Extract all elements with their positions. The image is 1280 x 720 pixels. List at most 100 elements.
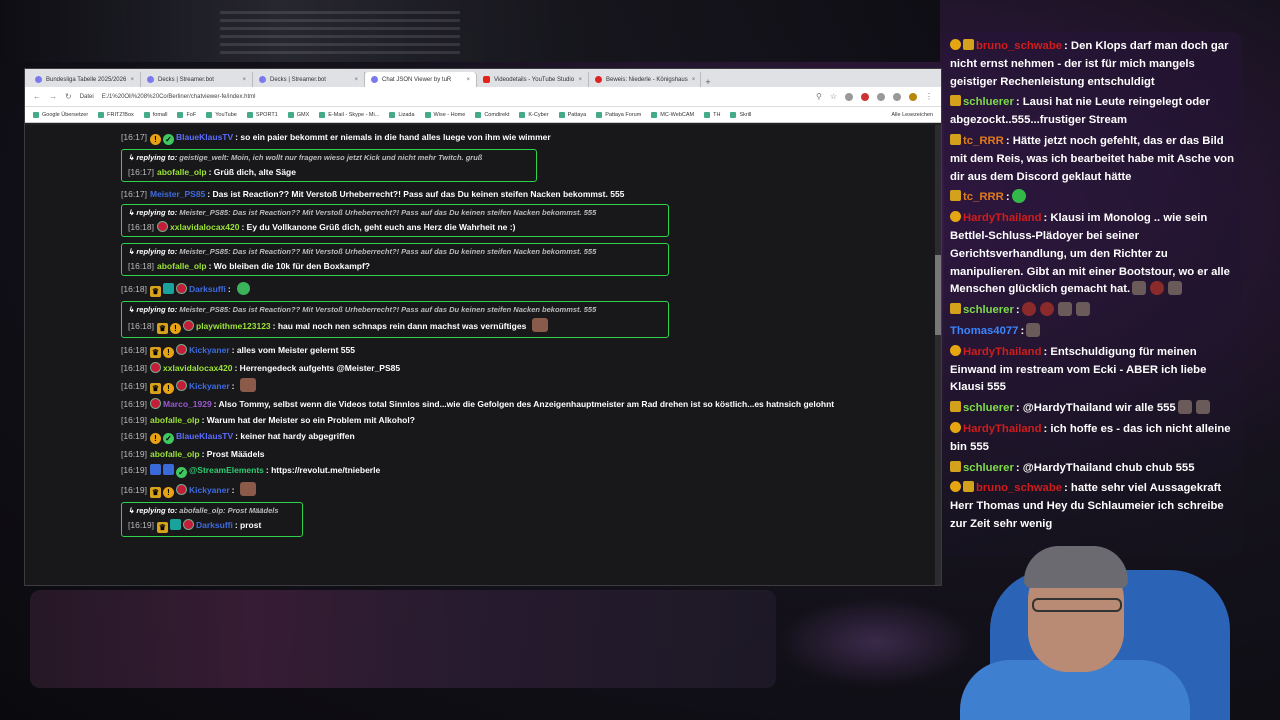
scrollbar-thumb[interactable] [935, 255, 941, 335]
timestamp: [16:19] [121, 485, 147, 495]
timestamp: [16:18] [121, 284, 147, 294]
globe-badge-icon [176, 344, 187, 355]
bookmark-item[interactable]: FoF [177, 111, 196, 118]
bookmark-item[interactable]: Pattaya [558, 111, 586, 118]
emote-icon [1011, 189, 1026, 204]
username[interactable]: abofalle_olp [150, 415, 200, 425]
verified-badge-icon: ✓ [163, 433, 174, 444]
bookmark-item[interactable]: Wise - Home [424, 111, 466, 118]
timestamp: [16:19] [121, 449, 147, 459]
bookmark-item[interactable]: E-Mail - Skype - Mi... [319, 111, 379, 118]
crown-badge-icon: ♛ [157, 522, 168, 533]
timestamp: [16:19] [121, 381, 147, 391]
bookmark-favicon-icon [98, 111, 105, 118]
reply-context: ↳ replying to: Meister_PS85: Das ist Rea… [128, 208, 662, 217]
browser-tab[interactable]: Decks | Streamer.bot × [141, 72, 253, 87]
bookmark-item[interactable]: FRITZ!Box [98, 111, 134, 118]
chat-message: [16:18] xxlavidalocax420: Herrengedeck au… [121, 362, 937, 374]
bookmark-item[interactable]: Lizada [389, 111, 415, 118]
browser-tab[interactable]: Beweis: Niederle - Königshaus × [589, 72, 701, 87]
reload-icon[interactable]: ↻ [65, 92, 72, 101]
bookmark-item[interactable]: TH [704, 111, 721, 118]
bookmark-item[interactable]: YouTube [206, 111, 237, 118]
username[interactable]: Darksuffi [189, 284, 226, 294]
extension-icon[interactable] [845, 92, 853, 101]
chat-message: [16:18] xxlavidalocax420: Ey du Vollkanon… [128, 221, 662, 233]
bookmark-favicon-icon [651, 111, 658, 118]
chat-message: [16:19] abofalle_olp: Prost Määdels [121, 448, 937, 460]
bot-badge-icon [150, 464, 161, 475]
bookmark-item[interactable]: GMX [287, 111, 309, 118]
emote-icon [1039, 302, 1054, 317]
username[interactable]: xxlavidalocax420 [170, 222, 239, 232]
chat-message: [16:19] abofalle_olp: Warum hat der Meist… [121, 414, 937, 426]
new-tab-icon[interactable]: + [701, 77, 715, 87]
bookmark-label: Pattaya Forum [605, 111, 642, 118]
bookmark-item[interactable]: Skrill [730, 111, 751, 118]
username[interactable]: @StreamElements [189, 465, 264, 475]
back-icon[interactable]: ← [33, 92, 41, 101]
warning-badge-icon: ! [150, 433, 161, 444]
close-tab-icon[interactable]: × [130, 77, 134, 83]
bookmark-label: SPORT1 [255, 111, 278, 118]
username[interactable]: Kickyaner [189, 345, 230, 355]
bookmark-star-icon[interactable]: ☆ [830, 92, 837, 101]
close-tab-icon[interactable]: × [466, 77, 470, 83]
close-tab-icon[interactable]: × [578, 77, 582, 83]
bookmark-item[interactable]: fomall [143, 111, 167, 118]
warning-badge-icon: ! [163, 383, 174, 394]
url-input[interactable]: E:/1%20Oli%208%20Co/Berliner/chatviewer-… [102, 94, 808, 100]
extension-icon[interactable] [877, 92, 885, 101]
username[interactable]: Darksuffi [196, 520, 233, 530]
bookmark-item[interactable]: SPORT1 [246, 111, 278, 118]
username[interactable]: playwithme123123 [196, 321, 271, 331]
timestamp: [16:19] [128, 520, 154, 530]
close-tab-icon[interactable]: × [242, 77, 246, 83]
crown-badge-icon: ♛ [150, 383, 161, 394]
username[interactable]: Meister_PS85 [150, 189, 205, 199]
bookmark-item[interactable]: K-Cyber [519, 111, 549, 118]
tab-label: Decks | Streamer.bot [270, 76, 326, 83]
forward-icon[interactable]: → [49, 92, 57, 101]
username[interactable]: xxlavidalocax420 [163, 363, 232, 373]
stream-chat-overlay: bruno_schwabe: Den Klops darf man doch g… [944, 32, 1242, 557]
chat-message: [16:17]! ✓ BlaueKlausTV: so ein paier beko… [121, 131, 937, 145]
message-text: : Prost Määdels [201, 449, 265, 459]
bookmark-item[interactable]: MC-WebCAM [651, 111, 694, 118]
bookmark-label: YouTube [215, 111, 237, 118]
username[interactable]: BlaueKlausTV [176, 132, 233, 142]
bookmark-item[interactable]: Pattaya Forum [596, 111, 642, 118]
message-text: : hau mal noch nen schnaps rein dann mac… [272, 321, 527, 331]
bookmark-label: Wise - Home [433, 111, 466, 118]
tab-bar: Bundesliga Tabelle 2025/2026 × Decks | Str… [25, 69, 941, 87]
browser-tab[interactable]: Chat JSON Viewer by tuR × [365, 72, 477, 87]
extension-icon[interactable] [861, 92, 869, 101]
close-tab-icon[interactable]: × [354, 77, 358, 83]
bookmark-label: TH [713, 111, 721, 118]
scrollbar[interactable] [935, 125, 941, 585]
menu-icon[interactable]: ⋮ [925, 92, 933, 101]
all-bookmarks-link[interactable]: Alle Lesezeichen [891, 112, 933, 118]
browser-tab[interactable]: Videodetails - YouTube Studio × [477, 72, 589, 87]
message-text: : so ein paier bekommt er niemals in die… [235, 132, 551, 142]
browser-window: Bundesliga Tabelle 2025/2026 × Decks | Str… [24, 68, 942, 586]
username[interactable]: abofalle_olp [157, 261, 207, 271]
username[interactable]: BlaueKlausTV [176, 431, 233, 441]
tab-label: Chat JSON Viewer by tuR [382, 76, 452, 83]
browser-tab[interactable]: Bundesliga Tabelle 2025/2026 × [29, 72, 141, 87]
username[interactable]: Kickyaner [189, 381, 230, 391]
username[interactable]: abofalle_olp [150, 449, 200, 459]
username[interactable]: Kickyaner [189, 485, 230, 495]
username[interactable]: Marco_1929 [163, 399, 212, 409]
bookmark-label: K-Cyber [528, 111, 549, 118]
close-tab-icon[interactable]: × [692, 77, 696, 83]
bookmark-item[interactable]: Google Übersetzer [33, 111, 88, 118]
person-hair [1024, 546, 1128, 588]
profile-avatar[interactable] [909, 92, 917, 101]
extension-icon[interactable] [893, 92, 901, 101]
generic-favicon-icon [35, 76, 42, 83]
bookmark-item[interactable]: Comdirekt [475, 111, 509, 118]
browser-tab[interactable]: Decks | Streamer.bot × [253, 72, 365, 87]
username[interactable]: abofalle_olp [157, 167, 207, 177]
zoom-icon[interactable]: ⚲ [816, 92, 822, 101]
